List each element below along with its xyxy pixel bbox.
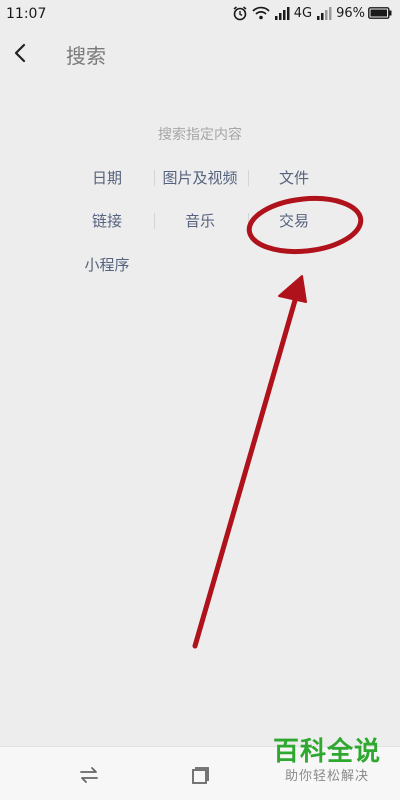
square-icon[interactable] [190,765,212,785]
battery-icon [368,7,392,19]
search-title[interactable]: 搜索 [66,40,106,69]
status-time: 11:07 [6,6,47,22]
battery-status: 96% [336,6,392,21]
search-hint: 搜索指定内容 [158,127,242,143]
status-indicators: 4G 96% [232,5,392,21]
category-date[interactable]: 日期 [60,160,154,196]
wifi-icon [252,6,270,20]
category-music[interactable]: 音乐 [153,203,247,239]
status-bar: 11:07 4G 96% [0,0,400,30]
category-media[interactable]: 图片及视频 [153,160,247,196]
network-type: 4G [293,5,313,21]
signal-icon [274,7,290,20]
annotation-overlay [192,195,364,649]
watermark-main: 百科全说 [272,737,381,767]
back-arrow-icon [14,43,26,63]
swap-arrows-icon[interactable] [78,765,100,785]
watermark-logo: 百科全说 助你轻松解决 [268,736,386,786]
back-button[interactable] [8,38,36,68]
annotation-arrow-head [278,275,307,303]
watermark-sub: 助你轻松解决 [284,769,369,784]
battery-level: 96% [336,5,365,21]
category-transaction[interactable]: 交易 [247,203,341,239]
search-page: 11:07 4G 96% 搜索 搜索指定内容 日期 图片及视频 文件 链接 音乐… [0,0,400,800]
category-mini-program[interactable]: 小程序 [60,247,154,283]
alarm-icon [233,6,247,21]
category-file[interactable]: 文件 [247,160,341,196]
category-link[interactable]: 链接 [60,203,154,239]
annotation-arrow-line [192,287,301,649]
search-header: 搜索 [0,30,400,76]
signal-icon [317,7,332,20]
